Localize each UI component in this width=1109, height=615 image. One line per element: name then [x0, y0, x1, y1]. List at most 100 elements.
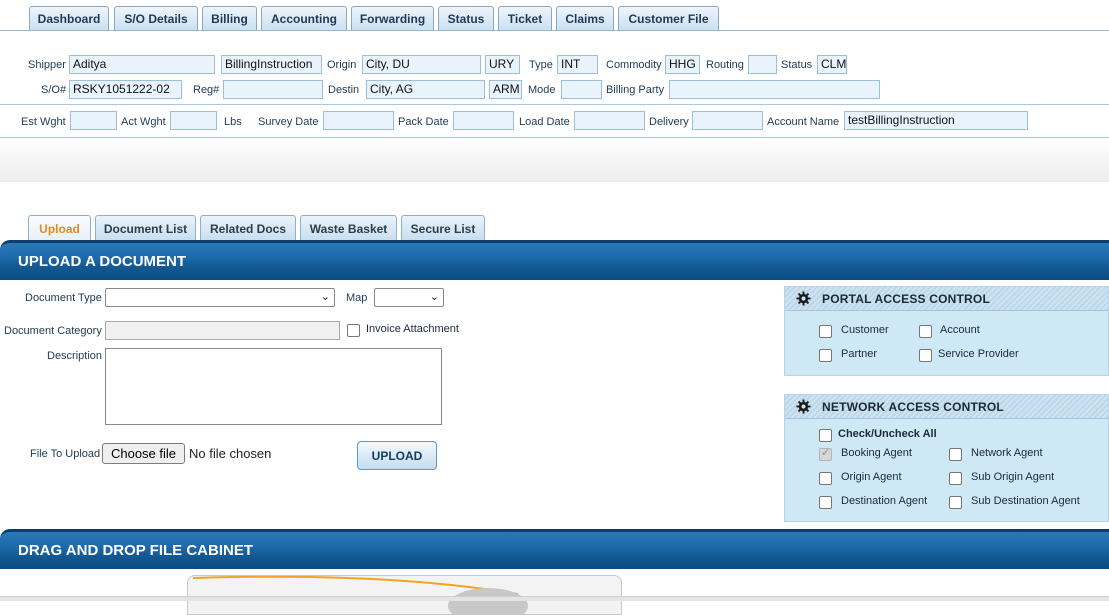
tab-forwarding[interactable]: Forwarding [351, 6, 434, 31]
tab-upload[interactable]: Upload [28, 215, 91, 241]
mode-label: Mode [528, 84, 556, 96]
pack-date-field[interactable] [453, 111, 514, 130]
cabinet-section-header: DRAG AND DROP FILE CABINET [0, 529, 1109, 569]
mode-field[interactable] [561, 80, 602, 99]
check-all-label: Check/Uncheck All [838, 428, 937, 440]
tab-billing[interactable]: Billing [202, 6, 257, 31]
file-cabinet-dropzone[interactable] [187, 575, 622, 615]
est-wght-field[interactable] [70, 111, 117, 130]
booking-agent-label: Booking Agent [841, 447, 912, 459]
header-shadow [0, 138, 1109, 182]
account-name-label: Account Name [767, 116, 840, 128]
document-category-label: Document Category [4, 325, 102, 337]
no-file-chosen-text: No file chosen [189, 446, 272, 461]
commodity-label: Commodity [606, 59, 662, 71]
document-type-select[interactable]: ⌄ [105, 288, 335, 307]
so-number-field[interactable]: RSKY1051222-02 [69, 80, 182, 99]
tab-so-details[interactable]: S/O Details [114, 6, 198, 31]
type-label: Type [529, 59, 553, 71]
billing-party-field[interactable] [669, 80, 880, 99]
billing-instruction-field[interactable]: BillingInstruction [221, 55, 322, 74]
header-divider-1 [0, 104, 1109, 105]
origin-agent-checkbox[interactable] [819, 472, 832, 485]
tab-claims[interactable]: Claims [556, 6, 614, 31]
survey-date-field[interactable] [323, 111, 394, 130]
destin-code-field[interactable]: ARM [489, 80, 522, 99]
tab-bar-divider [0, 30, 1109, 31]
tab-secure-list[interactable]: Secure List [401, 215, 485, 241]
document-category-field[interactable] [105, 321, 340, 340]
map-label: Map [346, 292, 368, 304]
shipper-field[interactable]: Aditya [69, 55, 215, 74]
description-textarea[interactable] [105, 348, 442, 425]
tab-related-docs[interactable]: Related Docs [200, 215, 296, 241]
origin-agent-label: Origin Agent [841, 471, 902, 483]
portal-partner-checkbox[interactable] [819, 349, 832, 362]
gear-icon [796, 399, 811, 414]
upload-section-header: UPLOAD A DOCUMENT [0, 240, 1109, 280]
load-date-label: Load Date [519, 116, 570, 128]
survey-date-label: Survey Date [258, 116, 319, 128]
tab-waste-basket[interactable]: Waste Basket [300, 215, 397, 241]
network-access-title: NETWORK ACCESS CONTROL [822, 399, 1004, 414]
destination-agent-label: Destination Agent [841, 495, 928, 507]
document-type-label: Document Type [25, 292, 102, 304]
invoice-attachment-checkbox[interactable] [347, 324, 360, 337]
sub-destination-agent-checkbox[interactable] [949, 496, 962, 509]
booking-agent-checkbox [819, 446, 832, 461]
routing-label: Routing [706, 59, 744, 71]
destination-agent-checkbox[interactable] [819, 496, 832, 509]
tab-document-list[interactable]: Document List [95, 215, 196, 241]
load-date-field[interactable] [574, 111, 645, 130]
upload-button[interactable]: UPLOAD [357, 441, 437, 470]
check-all-checkbox[interactable] [819, 429, 832, 442]
portal-customer-checkbox[interactable] [819, 325, 832, 338]
portal-account-label: Account [940, 324, 980, 336]
origin-code-field[interactable]: URY [485, 55, 520, 74]
act-wght-field[interactable] [170, 111, 217, 130]
account-name-field[interactable]: testBillingInstruction [844, 111, 1028, 130]
tab-status[interactable]: Status [438, 6, 494, 31]
routing-field[interactable] [748, 55, 777, 74]
description-label: Description [47, 350, 103, 362]
est-wght-label: Est Wght [21, 116, 66, 128]
status-field[interactable]: CLM [817, 55, 847, 74]
act-wght-label: Act Wght [121, 116, 166, 128]
upload-section-title: UPLOAD A DOCUMENT [18, 253, 187, 270]
sub-destination-agent-label: Sub Destination Agent [971, 495, 1080, 507]
lbs-label: Lbs [224, 116, 242, 128]
portal-customer-label: Customer [841, 324, 889, 336]
network-agent-checkbox[interactable] [949, 448, 962, 461]
tab-dashboard[interactable]: Dashboard [29, 6, 109, 31]
destin-city-field[interactable]: City, AG [366, 80, 485, 99]
status-label: Status [781, 59, 813, 71]
portal-access-header: PORTAL ACCESS CONTROL [785, 287, 1108, 311]
reg-label: Reg# [193, 84, 220, 96]
invoice-attachment-label: Invoice Attachment [366, 323, 459, 335]
sub-origin-agent-label: Sub Origin Agent [971, 471, 1055, 483]
portal-account-checkbox[interactable] [919, 325, 932, 338]
network-access-header: NETWORK ACCESS CONTROL [785, 395, 1108, 419]
sub-origin-agent-checkbox[interactable] [949, 472, 962, 485]
billing-party-label: Billing Party [606, 84, 665, 96]
map-select[interactable]: ⌄ [374, 288, 444, 307]
choose-file-button[interactable]: Choose file [102, 443, 185, 464]
file-to-upload-label: File To Upload [30, 448, 101, 460]
shipper-label: Shipper [28, 59, 66, 71]
so-number-label: S/O# [41, 84, 67, 96]
pack-date-label: Pack Date [398, 116, 449, 128]
tab-accounting[interactable]: Accounting [261, 6, 347, 31]
bottom-scroll-strip [0, 596, 1109, 601]
delivery-field[interactable] [692, 111, 763, 130]
commodity-field[interactable]: HHG [665, 55, 700, 74]
network-agent-label: Network Agent [971, 447, 1043, 459]
tab-ticket[interactable]: Ticket [498, 6, 552, 31]
reg-field[interactable] [223, 80, 323, 99]
gear-icon [796, 291, 811, 306]
destin-label: Destin [328, 84, 360, 96]
portal-service-provider-checkbox[interactable] [919, 349, 932, 362]
tab-customer-file[interactable]: Customer File [618, 6, 719, 31]
delivery-label: Delivery [649, 116, 689, 128]
origin-city-field[interactable]: City, DU [362, 55, 481, 74]
type-field[interactable]: INT [557, 55, 598, 74]
